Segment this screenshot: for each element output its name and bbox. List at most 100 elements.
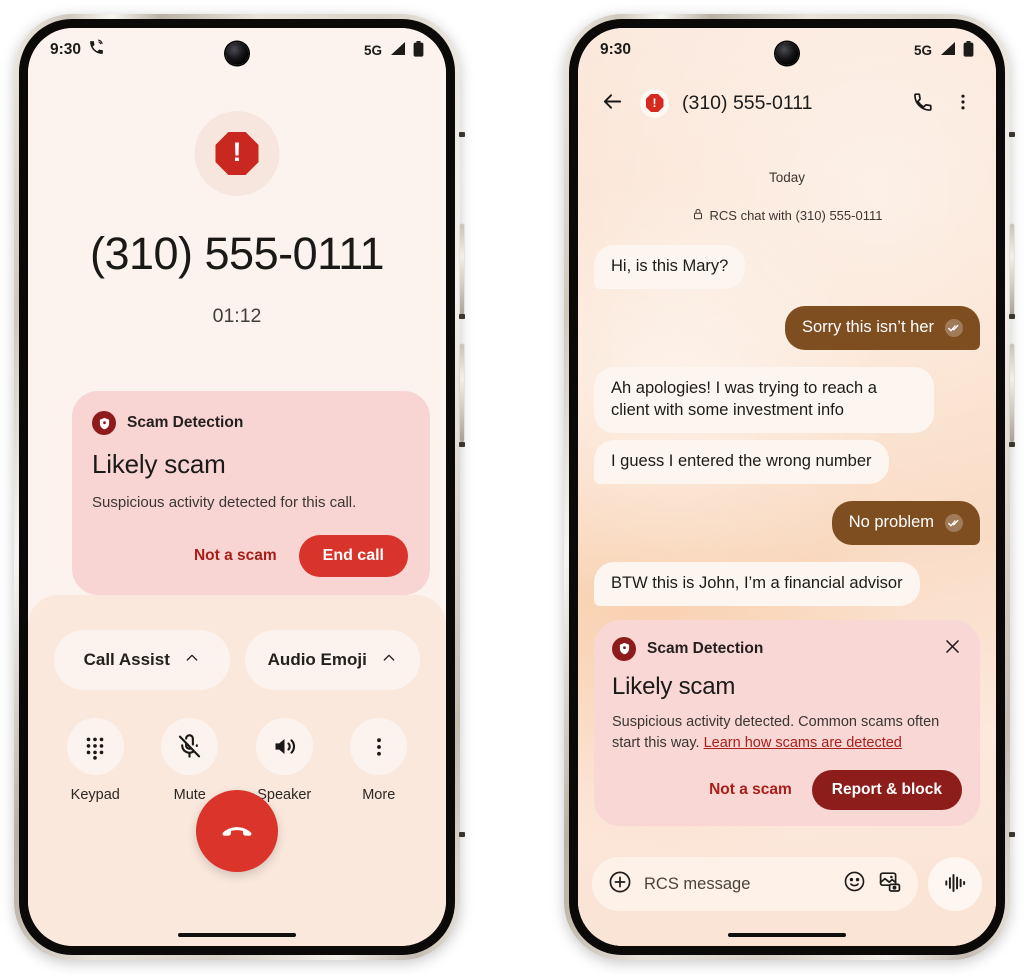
- volume-button[interactable]: [460, 224, 464, 316]
- scam-detection-card-message: Scam Detection Likely scam Suspicious ac…: [594, 619, 980, 826]
- mute-label: Mute: [173, 787, 206, 803]
- dialpad-icon: [66, 718, 124, 775]
- power-button[interactable]: [1010, 344, 1014, 442]
- gesture-nav-bar[interactable]: [728, 932, 846, 937]
- end-call-button[interactable]: [196, 790, 278, 872]
- close-button[interactable]: [940, 634, 965, 662]
- signal-bars-icon: [389, 41, 406, 59]
- lock-icon: [692, 208, 704, 223]
- network-label: 5G: [913, 42, 932, 58]
- antenna-band: [1009, 132, 1015, 137]
- arrow-back-icon: [601, 90, 624, 116]
- call-control-row: Keypad Mute Speaker More: [28, 690, 446, 803]
- status-time: 9:30: [600, 41, 632, 58]
- screenshot-stage: 9:30 5G ! (310) 555-0111 01:12 Scam Dete…: [0, 0, 1024, 974]
- message-input-field[interactable]: RCS message: [592, 857, 918, 911]
- phone-in-call-icon: [88, 39, 105, 61]
- shield-scam-icon: [612, 636, 636, 661]
- scam-card-header: Scam Detection: [92, 411, 408, 435]
- phone-device-left: 9:30 5G ! (310) 555-0111 01:12 Scam Dete…: [14, 14, 465, 960]
- message-bubble-outgoing[interactable]: No problem: [831, 500, 980, 545]
- messages-screen: 9:30 5G ! (310) 555-0111 Today RCS chat …: [578, 28, 996, 946]
- antenna-band: [459, 132, 465, 137]
- message-text: No problem: [848, 512, 934, 531]
- emoji-smile-icon[interactable]: [843, 870, 866, 898]
- exclamation-glyph: !: [652, 96, 657, 110]
- more-control[interactable]: More: [332, 718, 427, 803]
- scam-card-header-label: Scam Detection: [647, 639, 764, 657]
- not-a-scam-button[interactable]: Not a scam: [190, 541, 281, 571]
- keypad-label: Keypad: [70, 787, 120, 803]
- volume-button[interactable]: [1010, 224, 1014, 316]
- chevron-up-icon: [381, 650, 397, 671]
- message-bubble-incoming[interactable]: Hi, is this Mary?: [594, 245, 746, 289]
- scam-card-title: Likely scam: [612, 672, 736, 700]
- antenna-band: [459, 314, 465, 319]
- call-contact-button[interactable]: [909, 88, 937, 119]
- message-row: Ah apologies! I was trying to reach a cl…: [594, 366, 980, 433]
- message-bubble-incoming[interactable]: BTW this is John, I’m a financial adviso…: [594, 561, 920, 606]
- message-bubble-outgoing[interactable]: Sorry this isn’t her: [784, 305, 980, 350]
- mic-off-icon: [161, 718, 219, 775]
- not-a-scam-button[interactable]: Not a scam: [705, 775, 796, 805]
- more-vertical-icon: [350, 718, 408, 775]
- call-duration: 01:12: [212, 305, 262, 327]
- scam-card-actions: Not a scam Report & block: [612, 769, 962, 810]
- conversation-app-bar: ! (310) 555-0111: [578, 72, 996, 134]
- scam-detection-card-call: Scam Detection Likely scam Suspicious ac…: [72, 391, 430, 596]
- call-controls-panel: Call Assist Audio Emoji Keypad Mute Spea…: [28, 595, 446, 946]
- report-and-block-button[interactable]: Report & block: [811, 769, 962, 810]
- phone-call-icon: [912, 91, 934, 116]
- call-assist-chip[interactable]: Call Assist: [54, 630, 230, 690]
- exclamation-glyph: !: [232, 137, 242, 167]
- day-separator: Today: [768, 170, 806, 185]
- overflow-menu-button[interactable]: [950, 89, 976, 118]
- octagon-alert-icon: !: [215, 132, 259, 175]
- scam-card-body: Suspicious activity detected. Common sca…: [612, 712, 962, 754]
- contact-avatar[interactable]: !: [640, 88, 669, 118]
- message-text: Sorry this isn’t her: [801, 317, 934, 336]
- keypad-control[interactable]: Keypad: [48, 718, 143, 803]
- octagon-alert-icon: !: [645, 94, 664, 112]
- network-label: 5G: [363, 42, 382, 58]
- status-time: 9:30: [50, 41, 82, 58]
- close-icon: [943, 639, 962, 659]
- message-row: No problem: [594, 500, 980, 545]
- back-button[interactable]: [598, 87, 627, 119]
- scam-card-body: Suspicious activity detected for this ca…: [92, 494, 357, 511]
- shield-scam-icon: [92, 411, 116, 435]
- message-bubble-incoming[interactable]: Ah apologies! I was trying to reach a cl…: [594, 366, 934, 433]
- gallery-camera-icon[interactable]: [878, 870, 902, 899]
- phone-bezel-right: 9:30 5G ! (310) 555-0111 Today RCS chat …: [569, 19, 1005, 955]
- call-screen: 9:30 5G ! (310) 555-0111 01:12 Scam Dete…: [28, 28, 446, 946]
- gesture-nav-bar[interactable]: [178, 932, 296, 937]
- assist-chip-row: Call Assist Audio Emoji: [28, 595, 446, 690]
- double-check-icon: [945, 513, 963, 532]
- caller-number: (310) 555-0111: [89, 228, 385, 279]
- call-top-section: ! (310) 555-0111 01:12 Scam Detection Li…: [28, 28, 446, 596]
- audio-emoji-chip[interactable]: Audio Emoji: [244, 630, 420, 690]
- speaker-control[interactable]: Speaker: [237, 718, 332, 803]
- scam-warning-badge: !: [194, 111, 280, 196]
- plus-circle-icon[interactable]: [608, 870, 632, 899]
- message-row: Hi, is this Mary?: [594, 245, 980, 289]
- front-camera-icon: [775, 42, 799, 65]
- message-bubble-incoming[interactable]: I guess I entered the wrong number: [594, 439, 889, 484]
- rcs-encryption-note: RCS chat with (310) 555-0111: [594, 208, 980, 223]
- more-vertical-icon: [953, 92, 973, 115]
- speaker-icon: [255, 718, 313, 775]
- message-row: BTW this is John, I’m a financial adviso…: [594, 561, 980, 606]
- end-call-card-button[interactable]: End call: [298, 535, 408, 578]
- battery-full-icon: [963, 40, 974, 60]
- mute-control[interactable]: Mute: [143, 718, 238, 803]
- chevron-up-icon: [184, 650, 200, 671]
- battery-full-icon: [413, 40, 424, 60]
- audio-emoji-label: Audio Emoji: [267, 650, 367, 669]
- message-list[interactable]: Today RCS chat with (310) 555-0111 Hi, i…: [578, 134, 996, 946]
- call-end-icon: [218, 811, 256, 852]
- conversation-title: (310) 555-0111: [682, 91, 813, 114]
- more-label: More: [362, 787, 396, 803]
- learn-more-link[interactable]: Learn how scams are detected: [704, 735, 902, 751]
- power-button[interactable]: [460, 344, 464, 442]
- voice-message-button[interactable]: [928, 857, 982, 911]
